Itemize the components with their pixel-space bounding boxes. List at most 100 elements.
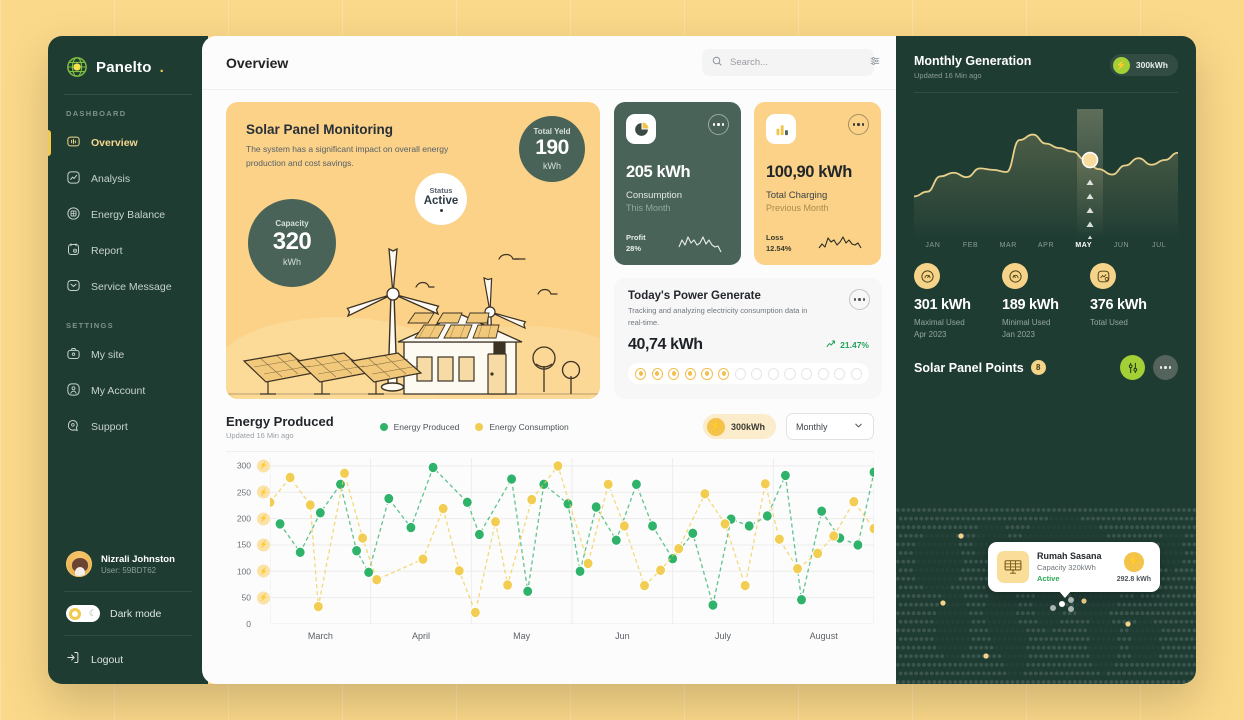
sidebar-item-report[interactable]: Report [48,235,208,267]
sidebar-item-analysis[interactable]: Analysis [48,163,208,195]
chart-legend: Energy Produced Energy Consumption [379,421,569,432]
progress-pill[interactable] [668,367,680,380]
map-tooltip[interactable]: Rumah Sasana Capacity 320kWh Active ⚡ 29… [988,542,1160,592]
solar-panel-icon [997,551,1029,583]
bolt-icon: ⚡ [257,538,270,552]
sidebar-item-service-message[interactable]: Service Message [48,271,208,303]
chart-x-label: August [809,631,838,641]
topbar: Overview [202,36,896,90]
sidebar-section-settings: SETTINGS [66,321,114,330]
range-select[interactable]: Monthly [786,413,874,440]
month-label: JAN [925,242,941,249]
sidebar-item-label: Analysis [91,173,131,185]
dashboard-app: Panelto . DASHBOARD Overview Analysis En… [48,36,1196,684]
progress-pills[interactable] [628,363,869,385]
progress-pill[interactable] [817,367,829,380]
filter-sliders-icon[interactable] [1120,355,1145,380]
stat-value: 205 kWh [626,163,691,181]
progress-pill[interactable] [751,367,763,380]
progress-pill[interactable] [635,367,647,380]
maximal-used-stat: 301 kWh Maximal Used Apr 2023 [914,263,1002,339]
stat-row: 205 kWh Consumption This Month Profit 28… [614,102,882,265]
sidebar-item-overview[interactable]: Overview [48,127,208,159]
sidebar-item-label: Service Message [91,281,172,293]
chart-y-tick: 250 ⚡ [233,485,270,499]
total-used-stat: 376 kWh Total Used [1090,263,1178,339]
more-options-button[interactable] [848,114,869,135]
bolt-icon: ⚡ [257,564,270,578]
trend-up-icon [825,338,837,352]
progress-pill[interactable] [834,367,846,380]
bolt-icon: ⚡ [257,512,270,526]
stat-label: Maximal Used [914,318,965,327]
minimal-used-stat: 189 kWh Minimal Used Jan 2023 [1002,263,1090,339]
kwh-badge-label: 300kWh [730,421,765,432]
service-message-icon [66,278,81,296]
report-icon [66,242,81,260]
stat-foot-value: 12.54% [766,243,792,253]
pie-chart-icon [626,114,656,144]
gauge-total-icon [1090,263,1116,289]
stat-subtitle: This Month [626,203,671,213]
sun-icon [69,607,81,620]
range-select-value: Monthly [796,421,828,432]
chart-y-tick: 100 ⚡ [233,564,270,578]
chart-y-tick: 200 ⚡ [233,512,270,526]
stat-label: Minimal Used [1002,318,1051,327]
chart-x-label: March [307,631,333,641]
dark-mode-toggle[interactable]: ☾ Dark mode [48,592,208,635]
progress-pill[interactable] [701,367,713,380]
progress-pill[interactable] [850,367,863,380]
sliders-icon[interactable] [869,54,881,72]
month-label: MAY [1075,242,1093,249]
sidebar-item-my-account[interactable]: My Account [48,375,208,407]
toggle-switch[interactable]: ☾ [66,605,100,622]
dark-mode-label: Dark mode [110,607,162,620]
logout-button[interactable]: Logout [48,636,208,670]
status-label: Status [429,186,453,195]
progress-pill[interactable] [734,367,746,380]
search-bar[interactable] [702,49,880,76]
legend-swatch-produced [379,422,388,431]
progress-pill[interactable] [801,367,813,380]
more-options-button[interactable] [849,289,870,310]
more-dots-icon[interactable] [1153,355,1178,380]
progress-pill[interactable] [784,367,796,380]
solar-points-actions [1120,355,1178,380]
sidebar-item-label: Support [91,421,128,433]
chart-y-tick: 50 ⚡ [233,591,270,605]
stat-name: Total Charging [766,190,828,201]
today-description: Tracking and analyzing electricity consu… [628,306,808,327]
month-label: FEB [962,242,979,249]
content-area: Solar Panel Monitoring The system has a … [202,90,896,684]
solar-points-map[interactable]: Rumah Sasana Capacity 320kWh Active ⚡ 29… [896,506,1196,684]
gauge-max-icon [914,263,940,289]
analysis-icon [66,170,81,188]
y-tick-label: 50 [241,592,251,603]
user-profile[interactable]: Nizrali Johnston User: 59BDT62 [48,551,208,591]
chart-x-label: April [412,631,431,641]
legend-label: Energy Produced [393,421,460,432]
progress-pill[interactable] [767,367,779,380]
sidebar-item-label: Overview [91,137,138,149]
sidebar-divider [64,94,192,95]
progress-pill[interactable] [718,367,730,380]
sidebar-item-support[interactable]: Support [48,411,208,443]
energy-balance-icon [66,206,81,224]
search-input[interactable] [730,57,862,68]
sidebar-item-energy-balance[interactable]: Energy Balance [48,199,208,231]
bar-chart-icon [766,114,796,144]
chart-y-axis: 300 ⚡ 250 ⚡ 200 ⚡ 150 ⚡ 100 ⚡ 50 ⚡ 0 [226,458,270,629]
stat-card-top [766,114,869,144]
my-site-icon [66,346,81,364]
progress-pill[interactable] [684,367,696,380]
cards-row: Solar Panel Monitoring The system has a … [226,102,882,399]
sidebar-item-label: My Account [91,385,146,397]
progress-pill[interactable] [651,367,663,380]
support-icon [66,418,81,436]
bolt-icon: ⚡ [257,591,270,605]
sidebar-item-my-site[interactable]: My site [48,339,208,371]
profile-user-id: User: 59BDT62 [101,566,157,576]
more-options-button[interactable] [708,114,729,135]
stat-date: Jan 2023 [1002,330,1035,339]
